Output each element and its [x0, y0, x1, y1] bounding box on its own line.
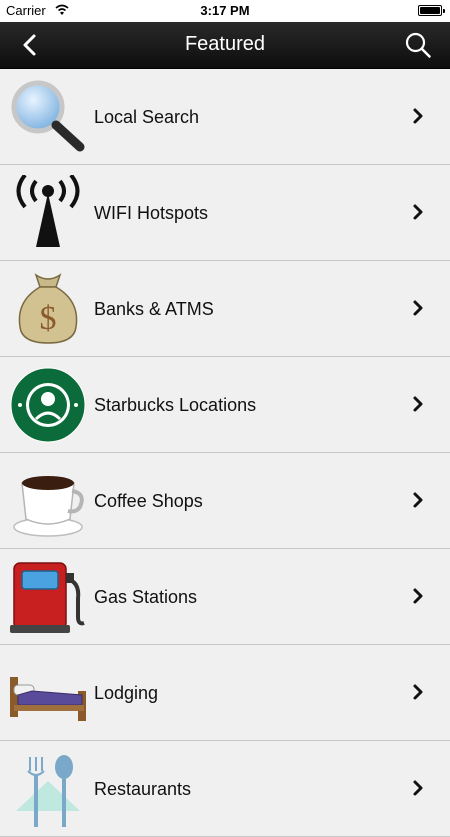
chevron-right-icon [413, 108, 423, 124]
chevron-right-icon [413, 204, 423, 220]
chevron-right-icon [413, 684, 423, 700]
money-bag-icon: $ [18, 273, 78, 344]
list-item-starbucks-locations[interactable]: Starbucks Locations [0, 357, 450, 453]
antenna-icon [16, 175, 80, 247]
bed-icon [10, 677, 86, 721]
list-item-restaurants[interactable]: Restaurants [0, 741, 450, 837]
list-item-banks-atms[interactable]: $ Banks & ATMS [0, 261, 450, 357]
chevron-right-icon [413, 588, 423, 604]
list-item-label: Gas Stations [94, 587, 198, 607]
navigation-bar: Featured [0, 22, 450, 69]
list-item-label: Restaurants [94, 779, 192, 799]
list-item-wifi-hotspots[interactable]: WIFI Hotspots [0, 165, 450, 261]
status-bar: Carrier 3:17 PM [0, 0, 450, 22]
utensils-icon [16, 755, 80, 827]
chevron-right-icon [413, 780, 423, 796]
coffee-cup-icon [13, 476, 84, 537]
chevron-right-icon [413, 300, 423, 316]
status-time: 3:17 PM [200, 3, 250, 18]
battery-icon [418, 5, 445, 16]
featured-list: Local Search WIFI Hotspots $ Banks & ATM… [0, 69, 450, 837]
list-item-label: Starbucks Locations [94, 395, 257, 415]
list-item-label: WIFI Hotspots [94, 203, 209, 223]
list-item-coffee-shops[interactable]: Coffee Shops [0, 453, 450, 549]
list-item-label: Coffee Shops [94, 491, 203, 511]
list-item-local-search[interactable]: Local Search [0, 69, 450, 165]
magnifier-icon [11, 80, 85, 152]
page-title: Featured [184, 33, 266, 55]
gas-pump-icon [10, 562, 85, 633]
search-icon[interactable] [404, 31, 432, 59]
starbucks-logo-icon [10, 367, 86, 443]
chevron-right-icon [413, 492, 423, 508]
list-item-label: Banks & ATMS [94, 299, 214, 319]
list-item-lodging[interactable]: Lodging [0, 645, 450, 741]
list-item-label: Lodging [94, 683, 159, 703]
list-item-label: Local Search [94, 107, 200, 127]
chevron-right-icon [413, 396, 423, 412]
list-item-gas-stations[interactable]: Gas Stations [0, 549, 450, 645]
svg-text:$: $ [40, 300, 57, 337]
